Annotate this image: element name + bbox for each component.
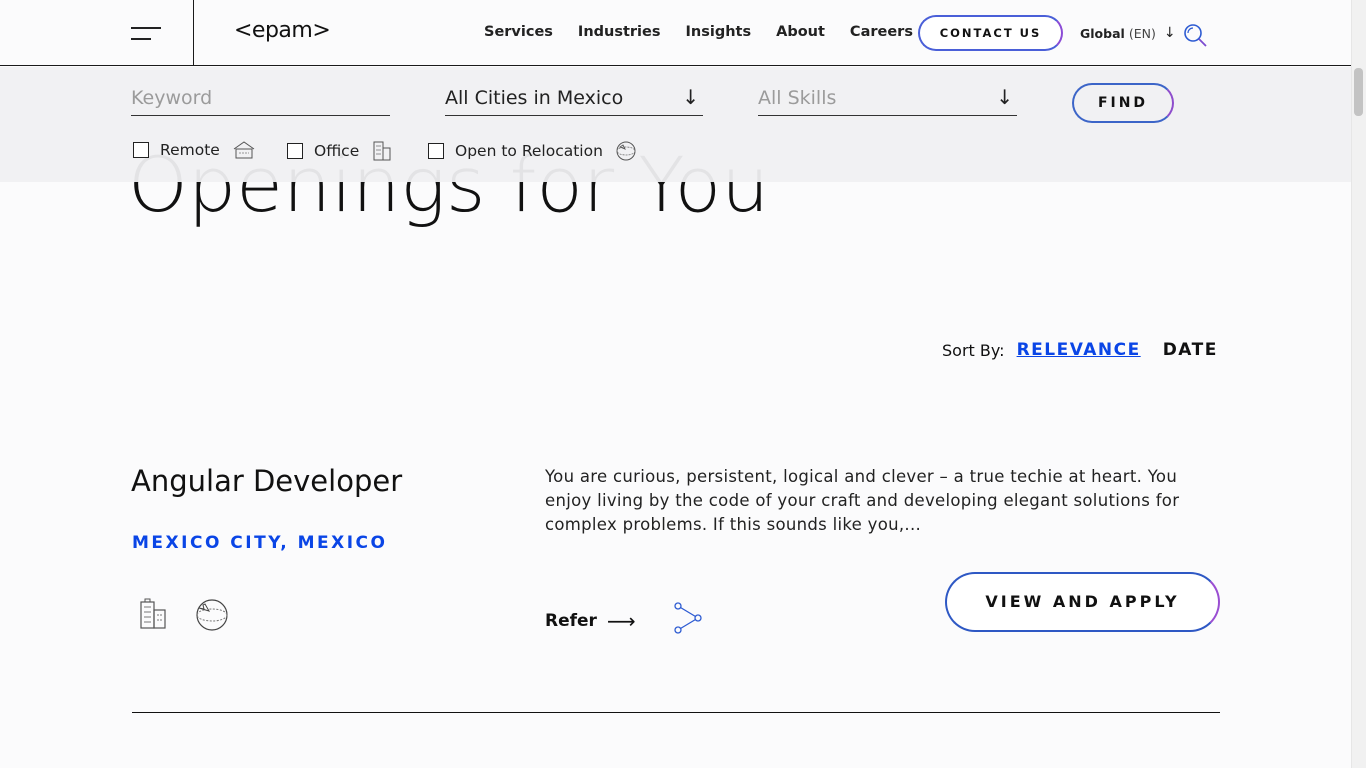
arrow-right-icon: ⟶ bbox=[606, 609, 636, 633]
header-divider bbox=[193, 0, 194, 66]
nav-industries[interactable]: Industries bbox=[578, 24, 661, 40]
job-description: You are curious, persistent, logical and… bbox=[545, 467, 1180, 534]
city-select[interactable]: All Cities in Mexico ↓ bbox=[445, 67, 703, 116]
nav-insights[interactable]: Insights bbox=[686, 24, 752, 40]
relocation-checkbox[interactable]: Open to Relocation bbox=[428, 140, 637, 162]
lang-label: (EN) bbox=[1128, 25, 1156, 41]
office-building-icon bbox=[140, 598, 166, 629]
remote-label: Remote bbox=[160, 141, 220, 159]
refer-label: Refer bbox=[545, 611, 597, 631]
office-label: Office bbox=[314, 142, 360, 160]
keyword-placeholder: Keyword bbox=[131, 87, 213, 109]
skills-select[interactable]: All Skills ↓ bbox=[758, 67, 1017, 116]
job-title[interactable]: Angular Developer bbox=[131, 464, 402, 498]
relocation-globe-icon bbox=[616, 141, 636, 161]
keyword-input[interactable]: Keyword bbox=[131, 67, 390, 116]
sort-label: Sort By: bbox=[942, 340, 1005, 360]
nav-careers[interactable]: Careers bbox=[850, 24, 913, 40]
view-and-apply-button[interactable]: VIEW AND APPLY bbox=[945, 572, 1220, 632]
arrow-down-icon: ↓ bbox=[682, 85, 699, 109]
nav-about[interactable]: About bbox=[776, 24, 825, 40]
page-scrollbar[interactable] bbox=[1351, 0, 1366, 768]
city-value: All Cities in Mexico bbox=[445, 87, 624, 109]
sort-date-link[interactable]: DATE bbox=[1163, 340, 1218, 360]
office-building-icon bbox=[373, 141, 391, 161]
arrow-down-icon: ↓ bbox=[996, 85, 1013, 109]
checkbox-box[interactable] bbox=[428, 143, 444, 159]
skills-placeholder: All Skills bbox=[758, 87, 837, 109]
arrow-down-icon: ↓ bbox=[1163, 25, 1176, 41]
remote-house-icon bbox=[233, 141, 255, 159]
job-divider bbox=[132, 712, 1220, 713]
office-checkbox[interactable]: Office bbox=[287, 140, 393, 162]
nav-services[interactable]: Services bbox=[484, 24, 553, 40]
relocation-label: Open to Relocation bbox=[455, 142, 603, 160]
relocation-globe-icon bbox=[196, 599, 228, 631]
menu-icon[interactable] bbox=[131, 24, 163, 42]
checkbox-box[interactable] bbox=[133, 142, 149, 158]
job-location: MEXICO CITY, MEXICO bbox=[132, 533, 388, 553]
search-icon[interactable] bbox=[1182, 22, 1208, 48]
site-header: <epam> Services Industries Insights Abou… bbox=[0, 0, 1351, 66]
find-button[interactable]: FIND bbox=[1072, 83, 1174, 123]
main-nav: Services Industries Insights About Caree… bbox=[484, 24, 938, 40]
epam-logo[interactable]: <epam> bbox=[234, 18, 331, 43]
contact-us-button[interactable]: CONTACT US bbox=[918, 15, 1063, 51]
checkbox-box[interactable] bbox=[287, 143, 303, 159]
language-selector[interactable]: Global (EN) ↓ bbox=[1080, 25, 1176, 41]
sort-relevance-link[interactable]: RELEVANCE bbox=[1017, 340, 1141, 360]
global-label: Global bbox=[1080, 25, 1125, 41]
sort-controls: Sort By: RELEVANCE DATE bbox=[942, 340, 1218, 360]
share-icon[interactable] bbox=[673, 602, 703, 634]
scrollbar-thumb[interactable] bbox=[1354, 68, 1363, 116]
remote-checkbox[interactable]: Remote bbox=[133, 140, 256, 160]
refer-link[interactable]: Refer ⟶ bbox=[545, 609, 636, 633]
job-type-icons bbox=[137, 598, 255, 632]
